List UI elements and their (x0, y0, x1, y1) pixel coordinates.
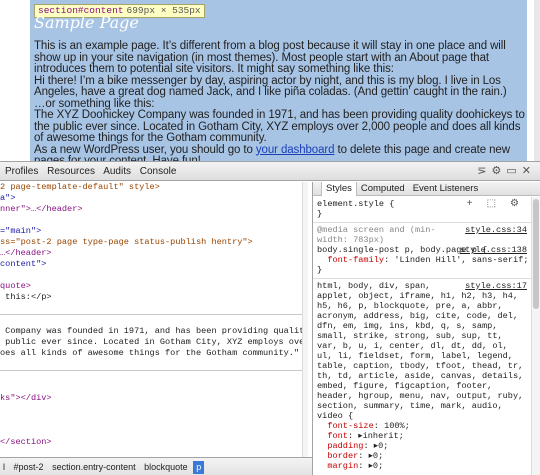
tab-event-listeners[interactable]: Event Listeners (409, 182, 482, 196)
settings-gear-icon[interactable]: ⚙ (492, 165, 507, 177)
css-property-value[interactable]: 100%; (384, 421, 410, 431)
css-property-name[interactable]: font-family (327, 255, 384, 265)
dom-node-line[interactable]: public ever since. Located in Gotham Cit… (0, 337, 307, 348)
dom-node-line[interactable] (0, 359, 307, 370)
page-preview: section#content 699px × 535px Sample Page… (0, 0, 540, 161)
dom-node-line[interactable]: ="main"> (0, 226, 307, 237)
dom-node-line[interactable] (0, 404, 307, 415)
styles-pane: element.style { + ⬚ ⚙ } style.css:34 @medi… (313, 197, 531, 475)
dom-node-line[interactable] (0, 303, 307, 314)
dom-node-line[interactable] (0, 382, 307, 393)
dock-icon[interactable]: ▭ (506, 165, 521, 177)
devtools-panel: Profiles Resources Audits Console ⋝⚙▭✕ 2… (0, 161, 540, 475)
devtools-tabs: Profiles Resources Audits Console (5, 166, 182, 177)
rule-close: } (317, 209, 323, 219)
breadcrumb-item[interactable]: #post-2 (11, 461, 47, 474)
dom-node-line[interactable]: content"> (0, 259, 307, 270)
css-rule[interactable]: style.css:17 html, body, div, span, apple… (313, 279, 531, 474)
page-content: This is an example page. It’s different … (34, 40, 526, 161)
css-property-name[interactable]: font (327, 431, 348, 441)
new-rule-icons[interactable]: + ⬚ ⚙ (467, 200, 523, 210)
dom-node-line[interactable] (0, 415, 307, 426)
selected-node-block[interactable]: Company was founded in 1971, and has bee… (0, 314, 307, 371)
dom-node-line[interactable]: oes all kinds of awesome things for the … (0, 348, 307, 359)
dom-node-line[interactable]: Company was founded in 1971, and has bee… (0, 326, 307, 337)
elements-tree[interactable]: 2 page-template-default" style> a"> nner… (0, 182, 307, 458)
css-rule[interactable]: style.css:34 @media screen and (min-width… (313, 223, 531, 279)
media-query: @media screen and (min-width: 783px) (317, 225, 436, 245)
breadcrumb-item-active[interactable]: p (193, 461, 205, 474)
dom-node-line[interactable] (0, 426, 307, 437)
css-property-value[interactable]: ▸0; (369, 461, 384, 471)
dom-node-line[interactable]: 2 page-template-default" style> (0, 182, 307, 193)
styles-scrollbar[interactable] (531, 197, 540, 475)
dom-node-line[interactable] (0, 215, 307, 226)
rule-selector: html, body, div, span, applet, object, i… (317, 281, 524, 421)
devtools-toolbar-icons: ⋝⚙▭✕ (477, 164, 536, 177)
breadcrumb-item[interactable]: section.entry-content (49, 461, 139, 474)
element-style-rule[interactable]: element.style { + ⬚ ⚙ } (313, 197, 531, 223)
sidebar-tabs: Styles Computed Event Listeners (313, 182, 540, 196)
scrollbar-thumb[interactable] (533, 199, 539, 309)
css-property-name[interactable]: padding (327, 441, 363, 451)
dom-node-line[interactable]: a"> (0, 193, 307, 204)
viewport-scrollbar[interactable] (534, 0, 540, 161)
breadcrumb: l #post-2 section.entry-content blockquo… (0, 457, 312, 475)
css-property-name[interactable]: border (327, 451, 358, 461)
paragraph-text: As a new WordPress user, you should go t… (34, 143, 256, 156)
content-paragraph: As a new WordPress user, you should go t… (34, 143, 526, 161)
source-link[interactable]: style.css:34 (465, 225, 527, 235)
tab-resources[interactable]: Resources (47, 166, 95, 177)
dom-node-line[interactable]: ss="post-2 page type-page status-publish… (0, 237, 307, 248)
css-property-value[interactable]: ▸inherit; (358, 431, 404, 441)
dom-node-line[interactable] (0, 371, 307, 382)
dashboard-link[interactable]: your dashboard (256, 144, 335, 156)
content-paragraph: Hi there! I’m a bike messenger by day, a… (34, 74, 507, 98)
dom-node-line[interactable]: this:</p> (0, 292, 307, 303)
rule-selector: body.single-post p, body.page p { (317, 245, 488, 255)
drawer-icon[interactable]: ⋝ (477, 165, 491, 177)
dom-node-line[interactable]: nner">…</header> (0, 204, 307, 215)
dom-node-line[interactable] (0, 315, 307, 326)
tab-styles[interactable]: Styles (321, 182, 357, 196)
page-title: Sample Page (34, 13, 139, 32)
tab-computed[interactable]: Computed (357, 182, 409, 196)
close-icon[interactable]: ✕ (522, 165, 536, 177)
rule-selector: element.style { (317, 199, 395, 209)
elements-scrollbar[interactable] (302, 182, 308, 458)
dom-node-line[interactable]: ks"></div> (0, 393, 307, 404)
devtools-toolbar: Profiles Resources Audits Console ⋝⚙▭✕ (0, 162, 540, 181)
breadcrumb-item[interactable]: l (0, 461, 8, 474)
css-property-name[interactable]: font-size (327, 421, 373, 431)
css-property-value[interactable]: ▸0; (369, 451, 384, 461)
css-property-value[interactable]: 'Linden Hill', sans-serif; (394, 255, 528, 265)
dom-node-line[interactable]: quote> (0, 281, 307, 292)
tab-console[interactable]: Console (140, 166, 177, 177)
tab-profiles[interactable]: Profiles (5, 166, 38, 177)
dom-node-line[interactable]: </section> (0, 437, 307, 448)
tab-audits[interactable]: Audits (103, 166, 131, 177)
styles-sidebar: Styles Computed Event Listeners element.st… (312, 182, 540, 475)
source-link[interactable]: style.css:17 (465, 281, 527, 291)
content-paragraph: This is an example page. It’s different … (34, 40, 506, 75)
css-property-name[interactable]: margin (327, 461, 358, 471)
dom-node-line[interactable] (0, 270, 307, 281)
css-property-value[interactable]: ▸0; (374, 441, 389, 451)
dom-node-line[interactable]: …</header> (0, 248, 307, 259)
breadcrumb-item[interactable]: blockquote (141, 461, 191, 474)
content-paragraph: The XYZ Doohickey Company was founded in… (34, 109, 525, 144)
